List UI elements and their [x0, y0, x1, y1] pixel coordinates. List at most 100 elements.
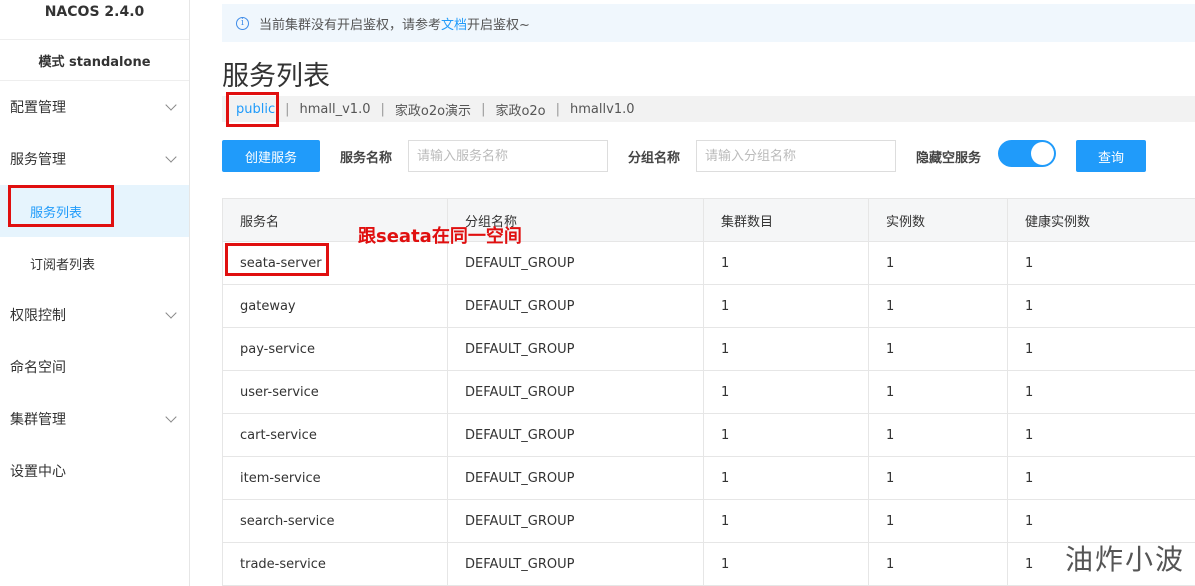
cell-group-name: DEFAULT_GROUP [448, 414, 704, 456]
cell-healthy-count: 1 [1025, 341, 1034, 357]
sidebar-item-namespace[interactable]: 命名空间 [0, 341, 189, 393]
table-row[interactable]: item-service DEFAULT_GROUP 1 1 1 [222, 457, 1195, 500]
namespace-bar: public | hmall_v1.0 | 家政o2o演示 | 家政o2o | … [222, 96, 1195, 122]
table-row[interactable]: search-service DEFAULT_GROUP 1 1 1 [222, 500, 1195, 543]
sidebar-item-label: 权限控制 [10, 308, 66, 324]
service-table: 服务名 分组名称 集群数目 实例数 健康实例数 seata-server DEFA… [222, 198, 1195, 586]
table-row[interactable]: seata-server DEFAULT_GROUP 1 1 1 [222, 242, 1195, 285]
cell-group-name: DEFAULT_GROUP [448, 371, 704, 413]
namespace-jiazheng-demo[interactable]: 家政o2o演示 [395, 100, 471, 119]
cell-service-name: user-service [222, 371, 448, 413]
cell-cluster-count: 1 [704, 371, 869, 413]
docs-link[interactable]: 文档 [441, 14, 467, 33]
filter-toolbar: 创建服务 服务名称 分组名称 隐藏空服务 查询 [222, 139, 1195, 172]
auth-notice: i 当前集群没有开启鉴权，请参考 文档 开启鉴权~ [222, 4, 1195, 42]
group-name-input[interactable] [696, 140, 896, 172]
cell-cluster-count: 1 [704, 457, 869, 499]
cell-service-name: item-service [222, 457, 448, 499]
hide-empty-toggle[interactable] [998, 140, 1056, 167]
service-name-input[interactable] [408, 140, 608, 172]
query-button[interactable]: 查询 [1076, 140, 1146, 172]
cell-cluster-count: 1 [704, 500, 869, 542]
cell-group-name: DEFAULT_GROUP [448, 285, 704, 327]
namespace-separator: | [555, 101, 561, 117]
notice-text: 当前集群没有开启鉴权，请参考 [259, 17, 442, 33]
toggle-knob [1031, 142, 1054, 165]
cell-service-name: pay-service [222, 328, 448, 370]
sidebar-item-label: 配置管理 [10, 100, 66, 116]
cell-cluster-count: 1 [704, 242, 869, 284]
cell-group-name: DEFAULT_GROUP [448, 328, 704, 370]
cell-healthy-count: 1 [1025, 255, 1034, 271]
namespace-jiazheng[interactable]: 家政o2o [495, 100, 545, 119]
cell-cluster-count: 1 [704, 285, 869, 327]
group-name-label: 分组名称 [628, 151, 681, 166]
sidebar-item-label: 设置中心 [10, 464, 66, 480]
main-content: i 当前集群没有开启鉴权，请参考 文档 开启鉴权~ 服务列表 public | … [190, 0, 1195, 586]
table-body: seata-server DEFAULT_GROUP 1 1 1 gateway DEFAU… [222, 242, 1195, 586]
namespace-hmallv1[interactable]: hmallv1.0 [570, 102, 634, 117]
mode-label: 模式 standalone [0, 40, 189, 81]
header-healthy-count: 健康实例数 [1025, 214, 1091, 230]
sidebar-item-config[interactable]: 配置管理 [0, 81, 189, 133]
cell-healthy-count: 1 [1025, 470, 1034, 486]
table-row[interactable]: pay-service DEFAULT_GROUP 1 1 1 [222, 328, 1195, 371]
namespace-separator: | [481, 101, 486, 117]
hide-empty-label: 隐藏空服务 [916, 151, 982, 166]
sidebar-item-label: 命名空间 [10, 360, 66, 376]
cell-instance-count: 1 [869, 285, 1008, 327]
sidebar-item-cluster[interactable]: 集群管理 [0, 393, 189, 445]
cell-service-name: seata-server [222, 242, 448, 284]
sidebar-item-label: 服务管理 [10, 152, 66, 168]
chevron-down-icon [165, 151, 177, 163]
cell-instance-count: 1 [869, 543, 1008, 585]
cell-instance-count: 1 [869, 371, 1008, 413]
namespace-separator: | [285, 101, 290, 117]
cell-instance-count: 1 [869, 414, 1008, 456]
table-row[interactable]: user-service DEFAULT_GROUP 1 1 1 [222, 371, 1195, 414]
sidebar-item-label: 订阅者列表 [30, 257, 96, 273]
header-instance-count: 实例数 [869, 199, 1008, 241]
namespace-hmall-v1[interactable]: hmall_v1.0 [300, 102, 371, 117]
cell-healthy-count: 1 [1025, 427, 1034, 443]
cell-service-name: trade-service [222, 543, 448, 585]
cell-instance-count: 1 [869, 500, 1008, 542]
sidebar-item-service-management[interactable]: 服务管理 [0, 133, 189, 185]
sidebar: NACOS 2.4.0 模式 standalone 配置管理 服务管理 服务列表… [0, 0, 190, 586]
cell-group-name: DEFAULT_GROUP [448, 457, 704, 499]
cell-service-name: search-service [222, 500, 448, 542]
cell-service-name: cart-service [222, 414, 448, 456]
sidebar-item-authority[interactable]: 权限控制 [0, 289, 189, 341]
sidebar-item-label: 集群管理 [10, 412, 66, 428]
chevron-down-icon [165, 99, 177, 111]
sidebar-item-subscriber-list[interactable]: 订阅者列表 [0, 237, 189, 289]
cell-healthy-count: 1 [1025, 384, 1034, 400]
namespace-public[interactable]: public [236, 102, 275, 117]
cell-service-name: gateway [222, 285, 448, 327]
table-row[interactable]: gateway DEFAULT_GROUP 1 1 1 [222, 285, 1195, 328]
cell-cluster-count: 1 [704, 543, 869, 585]
header-cluster-count: 集群数目 [704, 199, 869, 241]
sidebar-item-label: 服务列表 [30, 205, 83, 221]
notice-text-suffix: 开启鉴权~ [467, 17, 530, 33]
cell-instance-count: 1 [869, 457, 1008, 499]
namespace-separator: | [380, 101, 385, 117]
cell-group-name: DEFAULT_GROUP [448, 242, 704, 284]
sidebar-item-service-list[interactable]: 服务列表 [0, 185, 189, 237]
brand-title: NACOS 2.4.0 [0, 0, 189, 40]
cell-group-name: DEFAULT_GROUP [448, 543, 704, 585]
cell-cluster-count: 1 [704, 328, 869, 370]
cell-healthy-count: 1 [1025, 513, 1034, 529]
table-row[interactable]: cart-service DEFAULT_GROUP 1 1 1 [222, 414, 1195, 457]
page-title: 服务列表 [222, 61, 330, 92]
watermark: 油炸小波 [1064, 543, 1185, 576]
cell-instance-count: 1 [869, 328, 1008, 370]
annotation-text: 跟seata在同一空间 [358, 226, 522, 247]
create-service-button[interactable]: 创建服务 [222, 140, 320, 172]
info-icon: i [236, 16, 249, 30]
chevron-down-icon [165, 411, 177, 423]
table-row[interactable]: trade-service DEFAULT_GROUP 1 1 1 [222, 543, 1195, 586]
cell-instance-count: 1 [869, 242, 1008, 284]
sidebar-item-settings[interactable]: 设置中心 [0, 445, 189, 497]
chevron-down-icon [165, 307, 177, 319]
